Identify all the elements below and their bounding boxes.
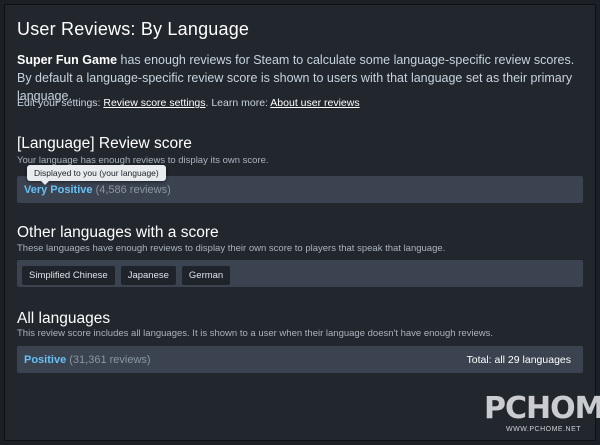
other-languages-subtitle: These languages have enough reviews to d… bbox=[17, 243, 446, 254]
review-panel: User Reviews: By Language Super Fun Game… bbox=[4, 4, 596, 441]
other-languages-title: Other languages with a score bbox=[17, 224, 219, 241]
watermark-url: WWW.PCHOME.NET bbox=[506, 426, 582, 433]
settings-line: Edit your settings: Review score setting… bbox=[17, 97, 360, 109]
all-languages-rating: Positive bbox=[24, 354, 67, 366]
settings-prefix: Edit your settings: bbox=[17, 97, 104, 109]
pchome-watermark: PCHOME WWW.PCHOME.NET bbox=[484, 391, 600, 435]
language-chip-list: Simplified Chinese Japanese German bbox=[22, 266, 231, 285]
review-score-settings-link[interactable]: Review score settings bbox=[103, 97, 205, 109]
language-score-title: [Language] Review score bbox=[17, 135, 192, 152]
other-languages-bar: Simplified Chinese Japanese German bbox=[17, 260, 583, 287]
learn-more-text: . Learn more: bbox=[205, 97, 271, 109]
all-languages-bar[interactable]: Positive (31,361 reviews) Total: all 29 … bbox=[17, 346, 583, 373]
language-chip-simplified-chinese[interactable]: Simplified Chinese bbox=[22, 266, 115, 285]
page-title: User Reviews: By Language bbox=[17, 19, 250, 39]
all-languages-subtitle: This review score includes all languages… bbox=[17, 328, 494, 339]
language-score-count: (4,586 reviews) bbox=[95, 184, 171, 196]
all-languages-count: (31,361 reviews) bbox=[69, 354, 151, 366]
language-score-tooltip: Displayed to you (your language) bbox=[27, 165, 166, 185]
language-chip-japanese[interactable]: Japanese bbox=[120, 266, 176, 285]
all-languages-value: Positive (31,361 reviews) bbox=[24, 354, 151, 366]
language-chip-german[interactable]: German bbox=[181, 266, 231, 285]
watermark-logo: PCHOME bbox=[484, 391, 600, 426]
all-languages-total: Total: all 29 languages bbox=[466, 354, 572, 366]
language-score-rating: Very Positive bbox=[24, 184, 93, 196]
about-user-reviews-link[interactable]: About user reviews bbox=[270, 97, 359, 109]
all-languages-title: All languages bbox=[17, 310, 111, 327]
language-score-value: Very Positive (4,586 reviews) bbox=[24, 184, 171, 196]
game-name: Super Fun Game bbox=[17, 53, 118, 67]
